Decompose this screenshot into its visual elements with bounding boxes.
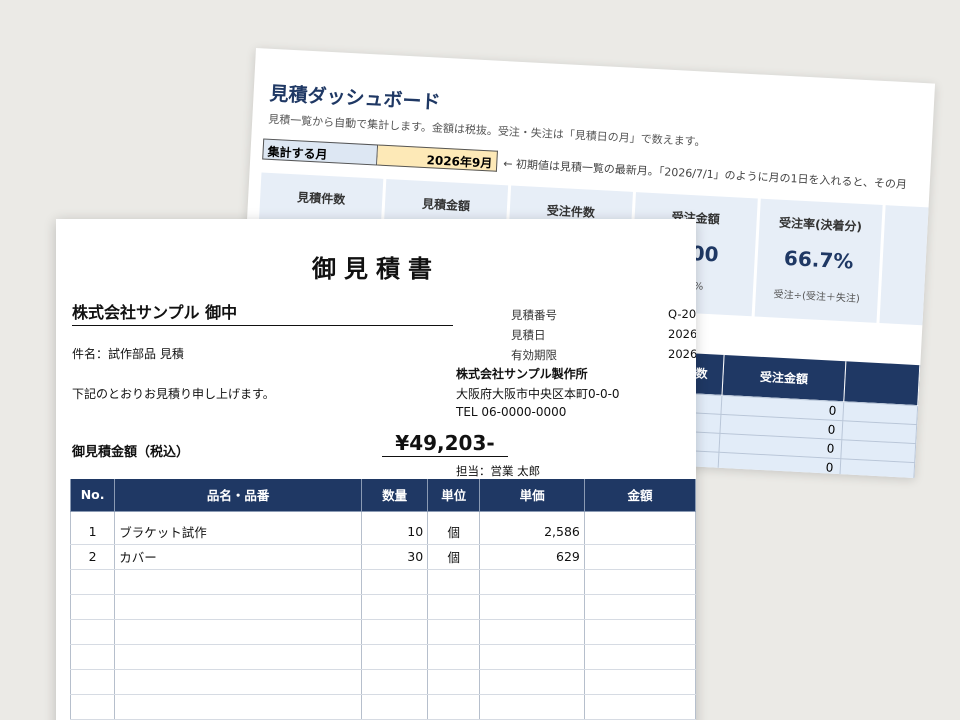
month-input-cell[interactable]: 2026年9月 [377,144,498,172]
table-cell[interactable] [839,458,915,479]
items-table: No. 品名・品番 数量 単位 単価 金額 1 ブラケット試作 10 個 2,5… [69,479,696,720]
table-row [69,594,696,620]
item-name[interactable] [114,644,362,670]
issuer-tel: TEL 06-0000-0000 [456,405,567,419]
quotation-sheet: 御見積書 株式会社サンプル 御中 件名：試作部品 見積 下記のとおりお見積り申し… [56,219,696,720]
table-header: 金額 [583,479,696,512]
intro-text: 下記のとおりお見積り申し上げます。 [72,387,275,401]
item-name[interactable] [114,694,362,720]
total-label: 御見積金額（税込） [72,445,190,460]
item-qty[interactable]: 10 [360,511,429,545]
month-label: 集計する月 [262,138,379,166]
item-unit[interactable] [427,669,481,695]
item-no[interactable] [69,669,116,695]
table-header: 受注金額 [722,354,846,402]
kpi-label: 見積金額 [421,196,471,214]
item-unit[interactable] [427,569,481,595]
item-no[interactable] [69,594,116,620]
item-qty[interactable] [360,619,429,645]
table-row [69,569,696,595]
item-qty[interactable] [360,644,429,670]
item-amount[interactable] [583,694,696,720]
item-no[interactable]: 2 [69,544,116,570]
kpi-value: 66.7% [783,245,854,274]
dashboard-title: 見積ダッシュボード [269,82,441,114]
kpi-card: 受 [879,205,936,330]
item-unit[interactable] [427,694,481,720]
quote-number-label: 見積番号 [511,308,557,322]
quote-date-label: 見積日 [511,328,546,342]
table-row [69,644,696,670]
item-unit[interactable] [427,644,481,670]
item-no[interactable] [69,644,116,670]
item-price[interactable] [479,694,585,720]
table-header: No. [69,479,116,512]
item-name[interactable]: カバー [114,544,362,570]
quote-date-value[interactable]: 2026 [668,327,696,341]
item-qty[interactable] [360,594,429,620]
table-row: 1 ブラケット試作 10 個 2,586 [69,511,696,545]
item-name[interactable] [114,619,362,645]
item-qty[interactable] [360,569,429,595]
kpi-value [883,251,935,257]
item-name[interactable] [114,569,362,595]
table-row [69,694,696,720]
item-amount[interactable] [583,619,696,645]
item-no[interactable] [69,694,116,720]
item-price[interactable] [479,569,585,595]
table-row [69,669,696,695]
table-row [69,619,696,645]
table-header [843,361,920,406]
quotation-title: 御見積書 [312,255,440,283]
issuer-address: 大阪府大阪市中央区本町0-0-0 [456,387,620,401]
item-no[interactable] [69,569,116,595]
kpi-label: 受注率(決着分) [778,215,863,234]
item-qty[interactable] [360,669,429,695]
item-qty[interactable]: 30 [360,544,429,570]
item-amount[interactable] [583,511,696,545]
dashboard-table: 数 受注金額 0 0 0 0 [675,352,921,479]
issuer-name: 株式会社サンプル製作所 [456,367,588,381]
item-name[interactable] [114,594,362,620]
item-amount[interactable] [583,594,696,620]
valid-until-value[interactable]: 2026 [668,347,696,361]
item-unit[interactable] [427,594,481,620]
item-no[interactable]: 1 [69,511,116,545]
table-header: 品名・品番 [114,479,362,512]
valid-until-label: 有効期限 [511,348,557,362]
item-name[interactable]: ブラケット試作 [114,511,362,545]
item-unit[interactable]: 個 [427,511,481,545]
kpi-card: 受注率(決着分) 66.7% 受注÷(受注＋失注) [754,198,883,323]
table-header: 単価 [479,479,585,512]
item-amount[interactable] [583,644,696,670]
item-name[interactable] [114,669,362,695]
item-unit[interactable]: 個 [427,544,481,570]
item-amount[interactable] [583,544,696,570]
quote-number-value[interactable]: Q-20 [668,307,696,321]
item-amount[interactable] [583,569,696,595]
kpi-label: 受 [884,219,935,242]
table-row: 2 カバー 30 個 629 [69,544,696,570]
kpi-label: 見積件数 [296,190,346,207]
table-header: 単位 [427,479,481,512]
item-unit[interactable] [427,619,481,645]
client-name[interactable]: 株式会社サンプル 御中 [72,299,453,326]
total-amount: ¥49,203- [382,431,508,457]
item-price[interactable] [479,669,585,695]
item-amount[interactable] [583,669,696,695]
kpi-note: 受注÷(受注＋失注) [773,289,861,305]
item-price[interactable]: 629 [479,544,585,570]
subject[interactable]: 件名：試作部品 見積 [72,345,184,362]
item-price[interactable]: 2,586 [479,511,585,545]
item-qty[interactable] [360,694,429,720]
kpi-note [881,291,935,297]
issuer-staff: 担当：営業 太郎 [456,464,541,478]
item-price[interactable] [479,594,585,620]
item-price[interactable] [479,644,585,670]
month-note: ← 初期値は見積一覧の最新月。「2026/7/1」のように月の1日を入れると、そ… [502,157,908,192]
table-header: 数量 [360,479,429,512]
item-price[interactable] [479,619,585,645]
item-no[interactable] [69,619,116,645]
